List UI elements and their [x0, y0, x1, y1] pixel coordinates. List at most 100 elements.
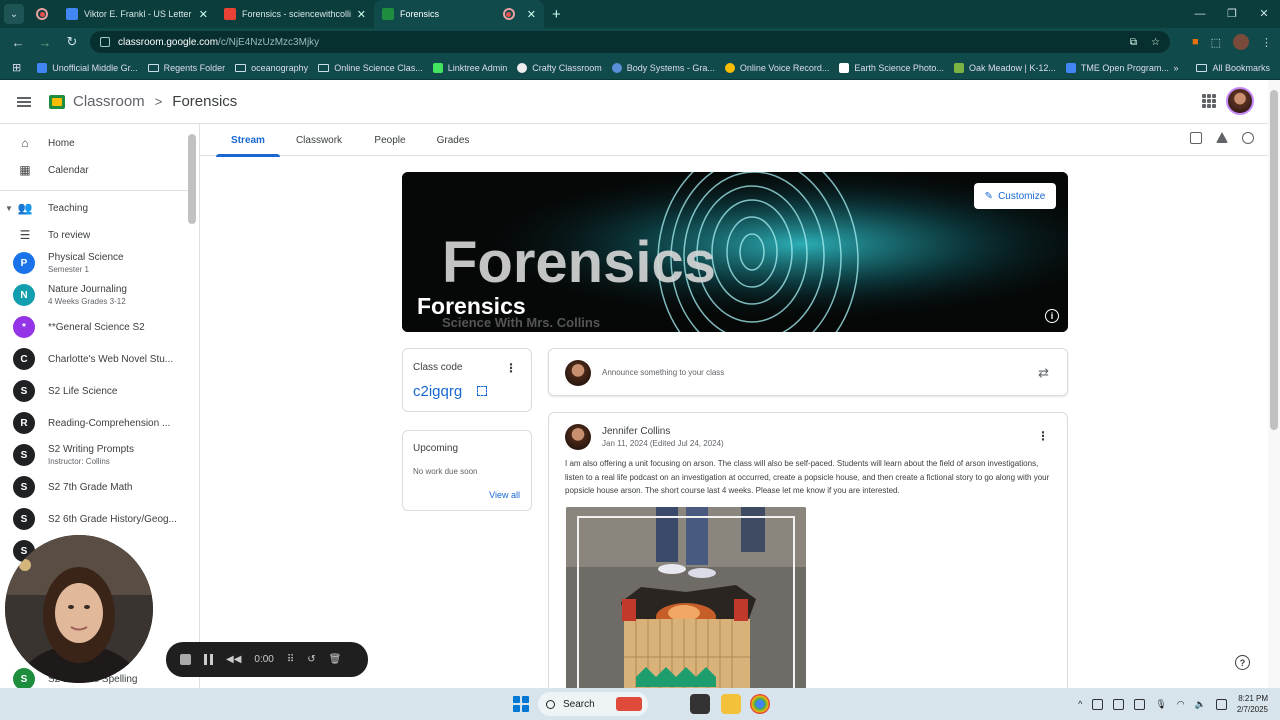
windows-start-icon[interactable]	[513, 696, 529, 712]
tab-stream[interactable]: Stream	[216, 124, 280, 157]
account-avatar[interactable]	[1226, 87, 1254, 115]
drive-icon[interactable]	[1216, 132, 1228, 143]
bookmark-folder[interactable]: oceanography	[235, 63, 308, 73]
taskbar-search[interactable]: Search	[538, 692, 648, 716]
sidebar-scrollbar[interactable]	[188, 134, 196, 224]
file-explorer-icon[interactable]	[721, 694, 741, 714]
sidebar-course-item[interactable]: P Physical Science Semester 1	[0, 252, 188, 274]
browser-tab-gmail[interactable]: Forensics - sciencewithcollins@ ✕	[216, 0, 374, 28]
bookmark-label: Body Systems - Gra...	[626, 62, 715, 73]
bookmark[interactable]: Oak Meadow | K-12...	[953, 62, 1056, 73]
bookmark-star-icon[interactable]: ☆	[1151, 37, 1160, 48]
new-tab-button[interactable]: +	[552, 6, 561, 23]
post-attachment-image[interactable]	[566, 507, 806, 697]
bookmark[interactable]: Body Systems - Gra...	[611, 62, 715, 73]
close-tab-icon[interactable]: ✕	[527, 8, 536, 21]
sidebar-course-item[interactable]: S S2 Life Science	[0, 380, 188, 402]
tray-app-icon[interactable]	[1092, 698, 1104, 710]
google-apps-icon[interactable]	[1202, 94, 1216, 108]
page-scrollbar[interactable]	[1268, 80, 1280, 688]
sidebar-item-teaching[interactable]: ▼ 👥 Teaching	[0, 199, 188, 217]
more-options-icon[interactable]: ⋮	[505, 361, 517, 375]
announce-box[interactable]: Announce something to your class ⇄	[548, 348, 1068, 396]
volume-icon[interactable]: 🔈	[1195, 699, 1206, 710]
all-bookmarks-button[interactable]: All Bookmarks	[1196, 63, 1270, 73]
help-icon[interactable]: ?	[1235, 655, 1250, 670]
reload-icon[interactable]: ↻	[60, 34, 84, 50]
more-bookmarks-icon[interactable]: »	[1173, 63, 1178, 73]
classroom-logo-icon[interactable]	[49, 94, 65, 109]
sidebar-course-item[interactable]: N Nature Journaling 4 Weeks Grades 3-12	[0, 284, 188, 306]
site-info-icon[interactable]	[100, 37, 110, 47]
battery-icon[interactable]	[1215, 698, 1227, 710]
chrome-taskbar-icon[interactable]	[750, 694, 770, 714]
cast-icon[interactable]: ⧉	[1130, 37, 1137, 48]
restore-icon[interactable]: ❐	[1216, 0, 1248, 28]
view-all-link[interactable]: View all	[489, 490, 520, 500]
main-menu-icon[interactable]	[17, 95, 31, 109]
course-name: S2 6th Grade History/Geog...	[48, 513, 177, 525]
sidebar-item-to-review[interactable]: ☰ To review	[0, 226, 188, 244]
sidebar-course-item[interactable]: S S2 7th Grade Math	[0, 476, 188, 498]
sidebar-course-item[interactable]: S S2 Writing Prompts Instructor: Collins	[0, 444, 188, 466]
microphone-icon[interactable]: 🎙	[1155, 699, 1166, 710]
collapse-caret-icon[interactable]: ▼	[5, 204, 13, 213]
customize-button[interactable]: ✎ Customize	[974, 183, 1056, 209]
minimize-icon[interactable]: —	[1184, 0, 1216, 28]
sidebar-course-item[interactable]: * **General Science S2	[0, 316, 188, 338]
sidebar-item-calendar[interactable]: ▦ Calendar	[0, 161, 188, 179]
post-options-icon[interactable]: ⋮	[1037, 429, 1049, 443]
extensions-puzzle-icon[interactable]: ⬚	[1211, 36, 1221, 49]
sidebar-course-item[interactable]: C Charlotte's Web Novel Stu...	[0, 348, 188, 370]
tray-app-icon[interactable]	[1113, 698, 1125, 710]
show-hidden-icons[interactable]: ^	[1078, 699, 1082, 709]
bookmark-folder[interactable]: Online Science Clas...	[318, 63, 423, 73]
delete-icon[interactable]: 🗑	[329, 654, 342, 665]
tab-people[interactable]: People	[365, 124, 415, 156]
bookmark[interactable]: TME Open Program...	[1065, 62, 1169, 73]
calendar-icon[interactable]	[1190, 132, 1202, 144]
tray-app-icon[interactable]	[1134, 698, 1146, 710]
chrome-menu-icon[interactable]: ⋮	[1261, 36, 1272, 49]
stop-recording-icon[interactable]	[180, 654, 191, 665]
forward-icon[interactable]: →	[33, 35, 57, 50]
tab-classwork[interactable]: Classwork	[288, 124, 350, 156]
tab-search-chevron-icon[interactable]: ⌄	[4, 4, 24, 24]
taskbar-clock[interactable]: 8:21 PM 2/7/2025	[1237, 693, 1268, 715]
upcoming-card: Upcoming No work due soon View all	[402, 430, 532, 511]
bookmark[interactable]: Crafty Classroom	[517, 62, 602, 73]
bookmark-favicon-icon	[839, 62, 850, 73]
bookmark[interactable]: Linktree Admin	[432, 62, 507, 73]
url-input[interactable]: classroom.google.com /c/NjE4NzUzMzc3Mjky…	[90, 31, 1170, 53]
task-view-icon[interactable]	[690, 694, 710, 714]
app-name-link[interactable]: Classroom	[73, 93, 145, 110]
browser-tab-classroom[interactable]: Forensics ✕	[374, 0, 544, 28]
pause-icon[interactable]	[204, 654, 213, 665]
wifi-icon[interactable]: ◠	[1177, 699, 1185, 710]
restart-icon[interactable]: ↺	[307, 654, 315, 665]
close-tab-icon[interactable]: ✕	[357, 8, 366, 21]
browser-tab-doc[interactable]: Viktor E. Frankl - US Letter - Ca ✕	[58, 0, 216, 28]
url-path: /c/NjE4NzUzMzc3Mjky	[218, 36, 320, 48]
bookmark[interactable]: Online Voice Record...	[724, 62, 829, 73]
close-window-icon[interactable]: ✕	[1248, 0, 1280, 28]
fullscreen-code-icon[interactable]	[477, 386, 487, 396]
close-tab-icon[interactable]: ✕	[199, 8, 208, 21]
drag-handle-icon[interactable]: ⠿	[287, 654, 294, 665]
class-info-icon[interactable]: i	[1045, 309, 1059, 323]
sidebar-item-home[interactable]: ⌂ Home	[0, 134, 188, 152]
tab-grades[interactable]: Grades	[428, 124, 478, 156]
back-icon[interactable]: ←	[6, 35, 30, 50]
bookmark[interactable]: Unofficial Middle Gr...	[37, 62, 138, 73]
settings-gear-icon[interactable]	[1242, 132, 1254, 144]
bookmark-folder[interactable]: Regents Folder	[147, 63, 225, 73]
extension-icon[interactable]: ■	[1192, 36, 1199, 48]
repost-icon[interactable]: ⇄	[1038, 365, 1049, 381]
apps-grid-icon[interactable]: ⊞	[12, 61, 21, 74]
sidebar-course-item[interactable]: S S2 6th Grade History/Geog...	[0, 508, 188, 530]
bookmark[interactable]: Earth Science Photo...	[839, 62, 944, 73]
profile-avatar[interactable]	[1233, 34, 1249, 50]
sidebar-course-item[interactable]: R Reading-Comprehension ...	[0, 412, 188, 434]
scrollbar-thumb[interactable]	[1270, 90, 1278, 430]
rewind-icon[interactable]: ◀◀	[226, 654, 241, 665]
